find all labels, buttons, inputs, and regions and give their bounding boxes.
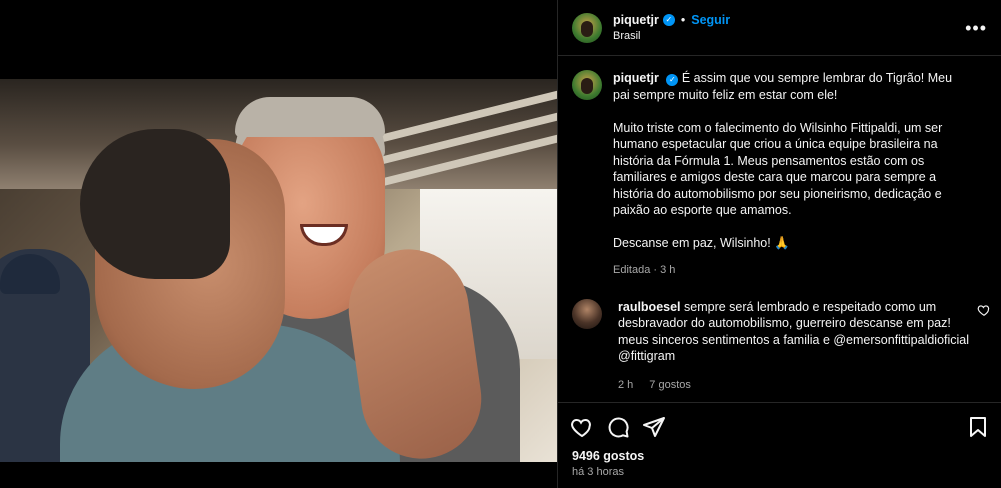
follow-button[interactable]: Seguir (691, 13, 730, 27)
more-options-icon[interactable]: ••• (965, 18, 987, 39)
separator-dot: • (680, 13, 686, 27)
likes-count[interactable]: 9496 gostos (558, 439, 1001, 463)
bookmark-icon[interactable] (966, 415, 990, 439)
comment-icon[interactable] (606, 415, 630, 439)
commenter-username[interactable]: raulboesel (618, 300, 681, 314)
post-media (0, 0, 557, 488)
verified-badge-icon: ✓ (662, 14, 675, 26)
share-icon[interactable] (642, 415, 666, 439)
action-icons (558, 403, 1001, 439)
caption-paragraph: piquetjr ✓ É assim que vou sempre lembra… (613, 70, 953, 103)
caption-text: É assim que vou sempre lembrar do Tigrão… (613, 71, 953, 102)
post-actions: 9496 gostos há 3 horas (558, 402, 1001, 488)
post-dialog: piquetjr ✓ • Seguir Brasil ••• piquetjr … (0, 0, 1001, 488)
author-username[interactable]: piquetjr (613, 13, 659, 27)
caption-meta: Editada · 3 h (613, 264, 676, 276)
comment-heart-icon[interactable] (977, 303, 991, 317)
photo-hair-grey-top (235, 97, 385, 137)
post-side-panel: piquetjr ✓ • Seguir Brasil ••• piquetjr … (557, 0, 1001, 488)
commenter-avatar[interactable] (572, 298, 602, 329)
post-header: piquetjr ✓ • Seguir Brasil ••• (558, 0, 1001, 56)
comment-likes[interactable]: 7 gostos (649, 377, 691, 394)
post-caption: piquetjr ✓ É assim que vou sempre lembra… (558, 56, 1001, 279)
verified-badge-icon: ✓ (666, 74, 679, 86)
comment-body: raulboesel sempre será lembrado e respei… (618, 299, 978, 394)
caption-author-avatar[interactable] (572, 70, 602, 100)
caption-body: piquetjr ✓ É assim que vou sempre lembra… (613, 70, 953, 279)
author-avatar[interactable] (572, 12, 602, 43)
post-location[interactable]: Brasil (613, 30, 730, 42)
post-photo[interactable] (0, 79, 557, 462)
comment-meta: 2 h 7 gostos (618, 377, 978, 394)
comment-time[interactable]: 2 h (618, 377, 633, 394)
author-info: piquetjr ✓ • Seguir Brasil (613, 13, 730, 42)
comment-item: raulboesel sempre será lembrado e respei… (558, 279, 1001, 394)
caption-username[interactable]: piquetjr (613, 71, 659, 85)
post-timestamp[interactable]: há 3 horas (558, 463, 1001, 481)
photo-hair-dark (80, 129, 230, 279)
heart-icon[interactable] (570, 415, 594, 439)
caption-paragraph: Muito triste com o falecimento do Wilsin… (613, 120, 943, 218)
caption-paragraph: Descanse em paz, Wilsinho! 🙏 (613, 236, 790, 250)
